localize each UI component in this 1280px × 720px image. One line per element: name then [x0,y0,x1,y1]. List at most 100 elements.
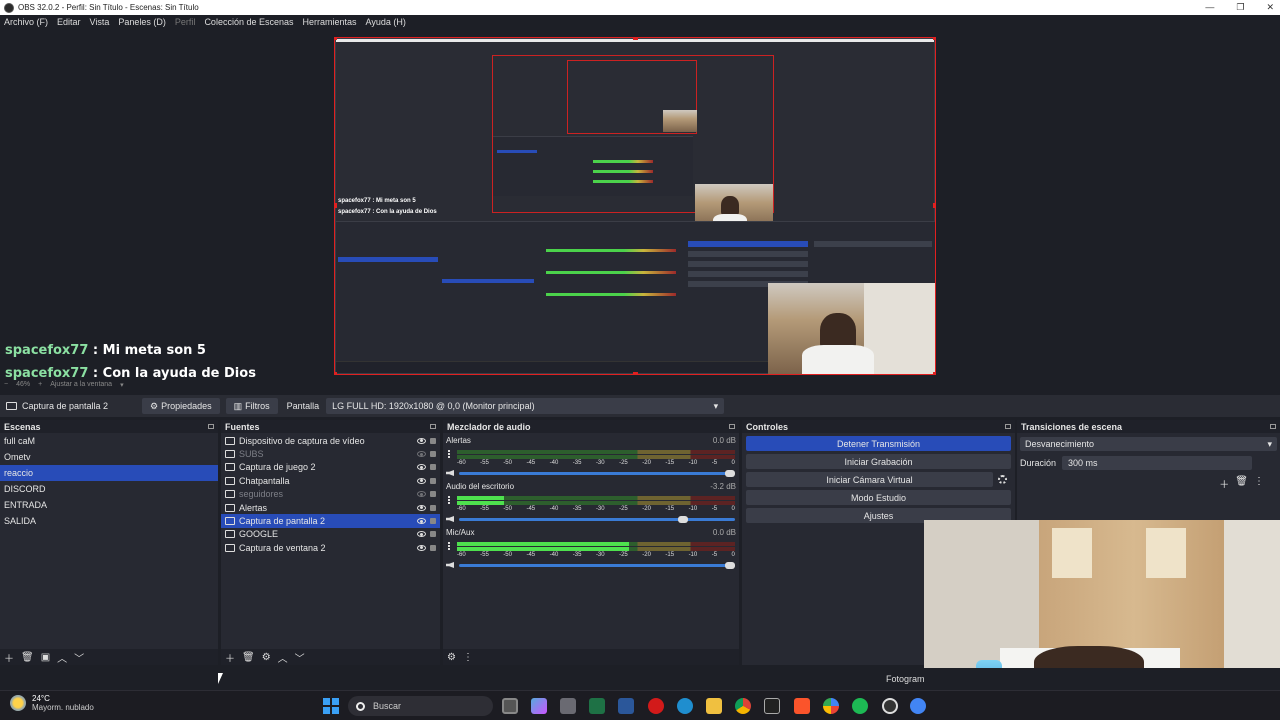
source-item[interactable]: SUBS [221,447,440,460]
preview-area[interactable]: spacefox77 : Mi meta son 5 spacefox77 : … [0,30,1280,380]
lock-icon[interactable] [430,437,436,444]
scene-item[interactable]: SALIDA [0,513,218,529]
volume-knob[interactable] [725,562,735,569]
advanced-audio-icon[interactable]: ⚙ [447,652,456,663]
move-down-icon[interactable]: ﹀ [295,650,305,665]
menu-coleccion-escenas[interactable]: Colección de Escenas [204,17,293,27]
scene-item[interactable]: full caM [0,433,218,449]
channel-menu-icon[interactable] [448,450,450,458]
gear-icon[interactable] [998,475,1007,484]
menu-herramientas[interactable]: Herramientas [303,17,357,27]
add-source-icon[interactable]: ＋ [225,650,235,665]
scene-filters-icon[interactable]: ▣ [41,652,50,663]
more-options-icon[interactable]: ⋮ [463,652,473,663]
menu-archivo[interactable]: Archivo (F) [4,17,48,27]
taskbar-search-input[interactable]: Buscar [348,696,493,716]
move-down-icon[interactable]: ﹀ [74,650,84,665]
dock-float-icon[interactable] [430,424,436,429]
stop-stream-button[interactable]: Detener Transmisión [746,436,1011,451]
minimize-button[interactable]: — [1205,0,1214,15]
gear-icon[interactable]: ⚙ [262,652,271,663]
source-item[interactable]: Chatpantalla [221,474,440,487]
task-view-icon[interactable] [502,698,518,714]
chrome-icon[interactable] [735,698,751,714]
eye-icon[interactable] [417,531,426,538]
eye-icon[interactable] [417,518,426,525]
speaker-icon[interactable] [446,562,454,568]
transition-select[interactable]: Desvanecimiento ▾ [1020,437,1277,451]
dock-float-icon[interactable] [1270,424,1276,429]
chrome-profile-icon[interactable] [823,698,839,714]
eye-icon[interactable] [417,504,426,511]
lock-icon[interactable] [430,518,436,525]
source-item[interactable]: seguidores [221,488,440,501]
eye-icon[interactable] [417,464,426,471]
scene-item[interactable]: Ometv [0,449,218,465]
source-item[interactable]: GOOGLE [221,528,440,541]
move-up-icon[interactable]: ︿ [57,650,67,665]
eye-icon[interactable] [417,544,426,551]
menu-vista[interactable]: Vista [90,17,110,27]
copilot-icon[interactable] [531,698,547,714]
source-item-active[interactable]: Captura de pantalla 2 [221,514,440,528]
scene-item[interactable]: DISCORD [0,481,218,497]
volume-knob[interactable] [678,516,689,523]
eye-hidden-icon[interactable] [417,451,426,458]
weather-widget[interactable]: 24°C Mayorm. nublado [10,694,94,712]
lock-icon[interactable] [430,504,436,511]
word-icon[interactable] [618,698,634,714]
lock-icon[interactable] [430,477,436,484]
close-button[interactable]: ✕ [1266,0,1274,15]
speaker-icon[interactable] [446,516,454,522]
volume-knob[interactable] [725,470,735,477]
trash-icon[interactable]: 🗑 [242,652,255,663]
lock-icon[interactable] [430,531,436,538]
chrome-icon-2[interactable] [910,698,926,714]
lock-icon[interactable] [430,464,436,471]
dock-float-icon[interactable] [729,424,735,429]
display-select[interactable]: LG FULL HD: 1920x1080 @ 0,0 (Monitor pri… [326,398,725,414]
edge-icon[interactable] [677,698,693,714]
source-item[interactable]: Captura de juego 2 [221,461,440,474]
eye-icon[interactable] [417,437,426,444]
eye-hidden-icon[interactable] [417,491,426,498]
file-explorer-icon[interactable] [706,698,722,714]
store-icon[interactable] [560,698,576,714]
volume-slider[interactable] [459,516,735,523]
eye-icon[interactable] [417,477,426,484]
zoom-fit-label[interactable]: Ajustar a la ventana [50,381,112,389]
lock-icon[interactable] [430,491,436,498]
volume-slider[interactable] [459,562,735,569]
excel-icon[interactable] [589,698,605,714]
start-recording-button[interactable]: Iniciar Grabación [746,454,1011,469]
lock-icon[interactable] [430,544,436,551]
obs-taskbar-icon[interactable] [882,698,898,714]
source-item[interactable]: Captura de ventana 2 [221,541,440,554]
duration-input[interactable]: 300 ms [1062,456,1253,470]
studio-mode-button[interactable]: Modo Estudio [746,490,1011,505]
windows-start-icon[interactable] [323,698,339,714]
filters-button[interactable]: ▥ Filtros [225,398,278,414]
add-transition-icon[interactable]: ＋ [1219,476,1229,491]
scene-item[interactable]: ENTRADA [0,497,218,513]
dock-float-icon[interactable] [1005,424,1011,429]
speaker-icon[interactable] [446,470,454,476]
volume-slider[interactable] [459,470,735,477]
zoom-minus-icon[interactable]: − [4,381,8,389]
move-up-icon[interactable]: ︿ [278,650,288,665]
brave-icon[interactable] [794,698,810,714]
trash-icon[interactable]: 🗑 [1235,476,1248,491]
channel-menu-icon[interactable] [448,542,450,550]
properties-button[interactable]: ⚙ Propiedades [142,398,220,414]
trash-icon[interactable]: 🗑 [21,652,34,663]
channel-menu-icon[interactable] [448,496,450,504]
chevron-down-icon[interactable]: ▾ [120,381,124,389]
dock-float-icon[interactable] [208,424,214,429]
source-item[interactable]: Dispositivo de captura de vídeo [221,434,440,447]
maximize-button[interactable]: ❐ [1236,0,1244,15]
lock-icon[interactable] [430,451,436,458]
epic-games-icon[interactable] [764,698,780,714]
opera-icon[interactable] [648,698,664,714]
scene-item-active[interactable]: reaccio [0,465,218,481]
add-scene-icon[interactable]: ＋ [4,650,14,665]
